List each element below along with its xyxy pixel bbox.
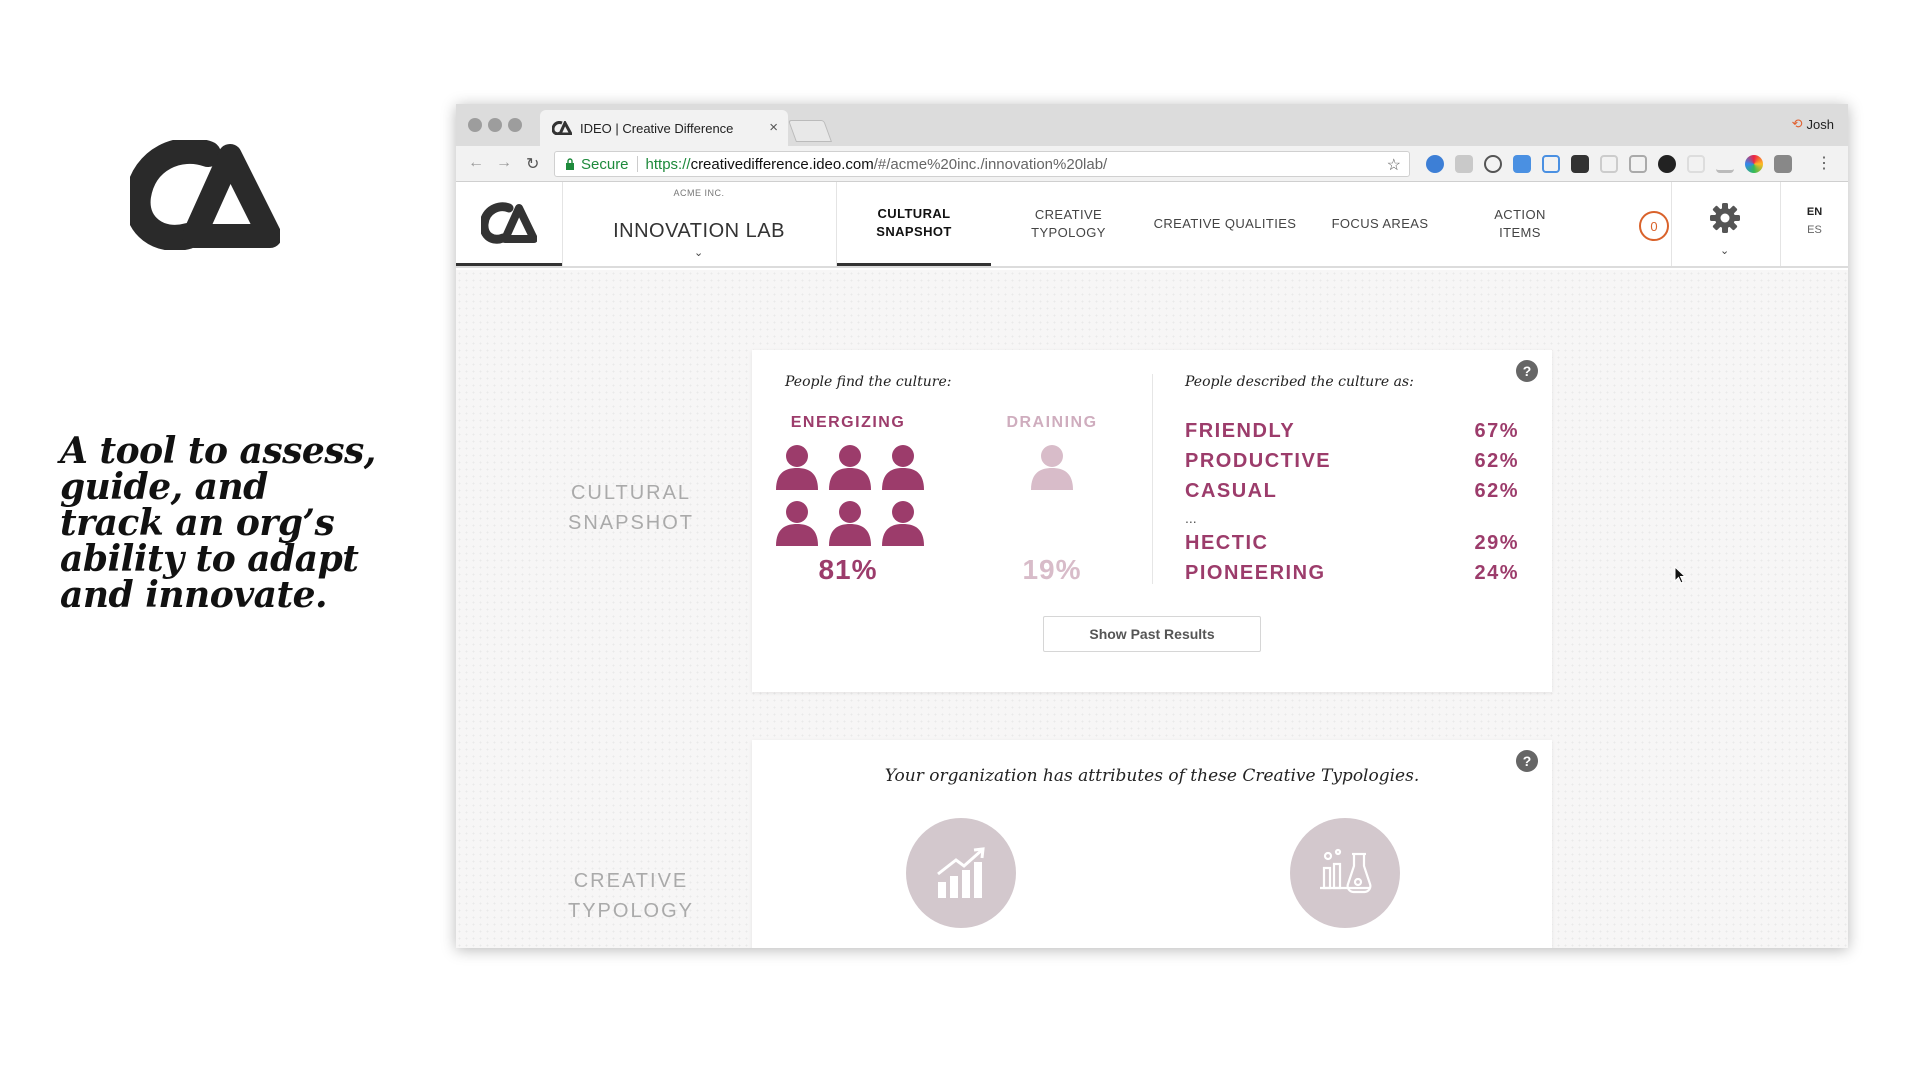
descriptor-word: PIONEERING <box>1185 562 1326 584</box>
extension-3-icon[interactable] <box>1484 155 1502 173</box>
extension-11-icon[interactable] <box>1716 155 1734 173</box>
cultural-snapshot-card: ? People find the culture: ENERGIZING DR… <box>752 350 1552 692</box>
nav-action-items[interactable]: ACTION ITEMS <box>1456 182 1584 266</box>
profile-icon: ⟲ <box>1791 116 1803 131</box>
extension-10-icon[interactable] <box>1687 155 1705 173</box>
language-switcher: EN ES <box>1781 182 1848 266</box>
typology-experimenter-badge[interactable] <box>1290 818 1400 928</box>
creative-typology-card: ? Your organization has attributes of th… <box>752 740 1552 948</box>
section-label-creative-typology: CREATIVE TYPOLOGY <box>567 870 695 922</box>
extension-13-icon[interactable] <box>1774 155 1792 173</box>
pocket-icon[interactable] <box>1571 155 1589 173</box>
action-items-count-badge[interactable]: 0 <box>1639 211 1669 241</box>
nav-creative-typology[interactable]: CREATIVE TYPOLOGY <box>991 182 1146 266</box>
app-logo-icon <box>481 201 537 244</box>
creative-difference-logo <box>130 140 280 250</box>
chevron-down-icon: ⌄ <box>694 247 704 259</box>
mouse-cursor-icon <box>1674 566 1686 584</box>
person-icon <box>776 445 818 490</box>
reload-icon[interactable]: ↻ <box>526 154 539 174</box>
lab-experiment-icon <box>1320 848 1372 894</box>
person-icon <box>829 445 871 490</box>
window-minimize-dot[interactable] <box>488 118 502 132</box>
person-icon <box>882 445 924 490</box>
browser-titlebar: IDEO | Creative Difference × ⟲ Josh <box>456 104 1848 146</box>
profile-name: Josh <box>1806 116 1834 132</box>
url-host: creativedifference.ideo.com <box>690 155 874 173</box>
extensions-bar <box>1426 155 1792 173</box>
show-past-results-button[interactable]: Show Past Results <box>1043 616 1261 652</box>
profile-chip[interactable]: ⟲ Josh <box>1792 116 1834 132</box>
typology-intro: Your organization has attributes of thes… <box>884 766 1420 786</box>
typology-growth-badge[interactable] <box>906 818 1016 928</box>
tab-title: IDEO | Creative Difference <box>580 120 734 136</box>
descriptor-word: FRIENDLY <box>1185 420 1296 442</box>
descriptor-word: PRODUCTIVE <box>1185 450 1332 472</box>
gear-icon <box>1710 203 1740 233</box>
draining-percent: 19% <box>1022 554 1082 585</box>
descriptor-percent: 29% <box>1474 532 1519 554</box>
url-scheme: https:// <box>645 155 691 173</box>
energizing-title: ENERGIZING <box>790 414 906 431</box>
column-divider <box>1152 374 1153 584</box>
described-culture-intro: People described the culture as: <box>1185 374 1414 390</box>
language-es[interactable]: ES <box>1781 224 1848 236</box>
find-culture-intro: People find the culture: <box>785 374 952 390</box>
extension-8-icon[interactable] <box>1629 155 1647 173</box>
window-close-dot[interactable] <box>468 118 482 132</box>
descriptor-word: HECTIC <box>1185 532 1269 554</box>
window-zoom-dot[interactable] <box>508 118 522 132</box>
secure-label: Secure <box>581 155 629 173</box>
home-logo-link[interactable] <box>456 182 562 266</box>
browser-tab[interactable]: IDEO | Creative Difference × <box>540 110 788 146</box>
extension-7-icon[interactable] <box>1600 155 1618 173</box>
slide-tagline: A tool to assess, guide, and track an or… <box>60 430 376 616</box>
nav-cultural-snapshot[interactable]: CULTURAL SNAPSHOT <box>837 182 991 266</box>
url-input[interactable]: Secure https:// creativedifference.ideo.… <box>554 151 1410 177</box>
section-label-cultural-snapshot: CULTURAL SNAPSHOT <box>567 482 695 534</box>
person-icon <box>776 501 818 546</box>
back-icon[interactable]: ← <box>468 154 484 172</box>
nav-creative-qualities[interactable]: CREATIVE QUALITIES <box>1146 182 1304 266</box>
descriptor-word: CASUAL <box>1185 480 1278 502</box>
descriptor-percent: 62% <box>1474 480 1519 502</box>
help-icon[interactable]: ? <box>1516 360 1538 382</box>
forward-icon[interactable]: → <box>496 154 512 172</box>
extension-12-icon[interactable] <box>1745 155 1763 173</box>
browser-window: IDEO | Creative Difference × ⟲ Josh ← → … <box>456 104 1848 948</box>
extension-2-icon[interactable] <box>1455 155 1473 173</box>
app-header: ACME INC. INNOVATION LAB ⌄ CULTURAL SNAP… <box>456 182 1848 268</box>
person-icon <box>1031 445 1073 490</box>
url-path: /#/acme%20inc./innovation%20lab/ <box>873 155 1108 173</box>
draining-title: DRAINING <box>1006 414 1098 431</box>
new-tab-button[interactable] <box>787 120 833 142</box>
favicon-icon <box>552 121 572 135</box>
extension-4-icon[interactable] <box>1513 155 1531 173</box>
org-selector[interactable]: ACME INC. INNOVATION LAB ⌄ <box>563 182 835 266</box>
descriptor-percent: 24% <box>1474 562 1519 584</box>
company-name: ACME INC. <box>673 188 725 198</box>
tab-close-icon[interactable]: × <box>769 119 778 136</box>
address-bar: ← → ↻ Secure https:// creativedifference… <box>456 146 1848 182</box>
descriptor-ellipsis: ... <box>1185 510 1197 526</box>
nav-focus-areas[interactable]: FOCUS AREAS <box>1304 182 1456 266</box>
chevron-down-icon: ⌄ <box>1720 245 1730 257</box>
settings-menu[interactable]: ⌄ <box>1671 182 1779 266</box>
person-icon <box>882 501 924 546</box>
extension-5-icon[interactable] <box>1542 155 1560 173</box>
browser-menu-icon[interactable]: ⋮ <box>1816 153 1832 173</box>
org-name: INNOVATION LAB <box>613 220 785 242</box>
energizing-percent: 81% <box>818 554 878 585</box>
extension-9-icon[interactable] <box>1658 155 1676 173</box>
extension-1-icon[interactable] <box>1426 155 1444 173</box>
descriptor-percent: 67% <box>1474 420 1519 442</box>
lock-icon <box>566 158 574 170</box>
language-en[interactable]: EN <box>1781 206 1848 218</box>
main-content: CULTURAL SNAPSHOT ? People find the cult… <box>456 270 1848 948</box>
growth-chart-icon <box>937 847 985 898</box>
descriptor-percent: 62% <box>1474 450 1519 472</box>
person-icon <box>829 501 871 546</box>
bookmark-star-icon[interactable]: ☆ <box>1387 155 1401 175</box>
omnibox-separator <box>636 156 638 172</box>
